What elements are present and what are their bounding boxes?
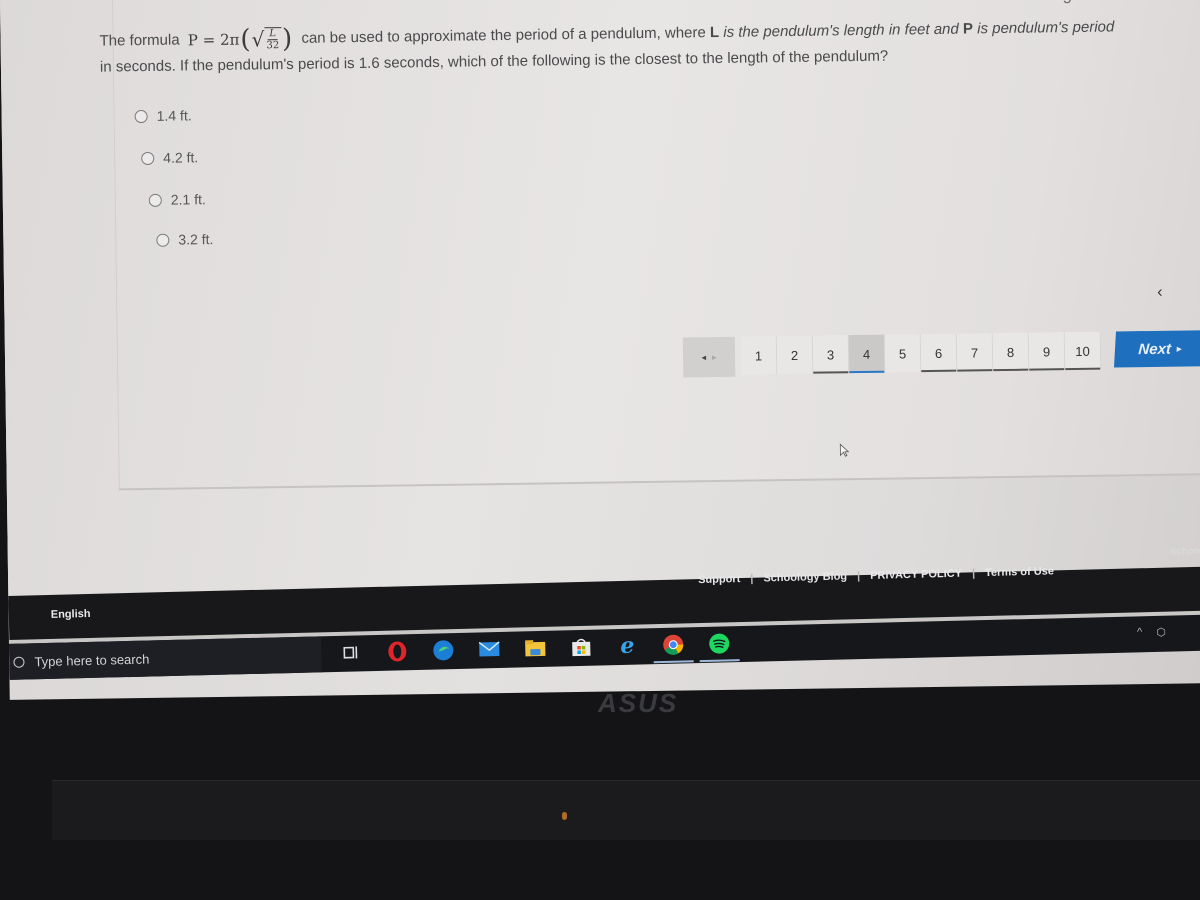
flag-icon: ▸	[711, 351, 717, 362]
right-paren: )	[281, 23, 293, 55]
answer-option[interactable]: 4.2 ft.	[141, 149, 198, 166]
file-explorer-icon[interactable]	[521, 634, 550, 663]
possible-points: POSSIBLE POINTS: 5	[1063, 0, 1200, 7]
variable-P: P	[962, 20, 974, 38]
previous-arrow-icon: ◂	[701, 351, 707, 362]
page-number: 3	[826, 346, 835, 362]
laptop-keyboard-edge	[52, 780, 1200, 840]
page-number: 4	[862, 346, 871, 362]
monitor-screen: POSSIBLE POINTS: 5 The formula P = 2π ( …	[0, 0, 1200, 700]
formula-lhs: P	[187, 30, 199, 49]
page-button-9[interactable]: 9	[1028, 332, 1066, 371]
page-button-1[interactable]: 1	[740, 336, 778, 375]
answer-option[interactable]: 3.2 ft.	[156, 231, 214, 248]
answer-option[interactable]: 2.1 ft.	[148, 191, 206, 208]
page-number: 6	[934, 345, 943, 361]
chrome-icon[interactable]	[659, 630, 688, 659]
taskbar-apps: e	[337, 629, 734, 667]
page-button-2[interactable]: 2	[776, 335, 814, 375]
mail-icon[interactable]	[475, 635, 504, 664]
footer-link-terms[interactable]: Terms of Use	[985, 565, 1054, 579]
previous-button[interactable]: ◂ ▸	[682, 336, 736, 378]
internet-explorer-icon[interactable]: e	[613, 631, 642, 660]
fraction-numerator: L	[267, 28, 279, 41]
radical-sign-icon: √	[251, 26, 265, 52]
question-intro: The formula	[99, 31, 180, 50]
next-button[interactable]: Next ▸	[1113, 330, 1200, 368]
question-text-part2: is the pendulum's length in feet and	[723, 20, 959, 41]
page-button-8[interactable]: 8	[992, 332, 1030, 372]
page-button-7[interactable]: 7	[956, 333, 994, 372]
system-tray: ^ ⬡	[1137, 626, 1166, 640]
variable-L: L	[709, 23, 720, 42]
tray-chevron-icon[interactable]: ^	[1137, 626, 1142, 639]
task-view-icon[interactable]	[337, 638, 366, 667]
square-root: √ L 32	[251, 26, 282, 52]
next-label: Next	[1137, 340, 1172, 358]
page-button-10[interactable]: 10	[1064, 331, 1102, 371]
taskbar-search[interactable]: Type here to search	[9, 636, 322, 680]
page-button-3[interactable]: 3	[812, 335, 850, 374]
spotify-icon[interactable]	[705, 629, 734, 658]
footer-link-blog[interactable]: Schoology Blog	[763, 570, 847, 584]
footer-link-privacy[interactable]: PRIVACY POLICY	[870, 568, 962, 582]
page-number: 2	[790, 347, 799, 363]
option-label: 2.1 ft.	[170, 191, 206, 208]
separator: |	[971, 567, 976, 580]
separator: |	[856, 570, 861, 583]
page-button-5[interactable]: 5	[884, 334, 922, 373]
question-text: The formula P = 2π ( √ L 32 ) can be use…	[99, 14, 1160, 79]
radio-button[interactable]	[134, 109, 148, 123]
search-placeholder: Type here to search	[34, 651, 150, 669]
power-led	[562, 812, 567, 820]
left-paren: (	[240, 24, 251, 55]
laptop-brand-logo: ASUS	[598, 688, 679, 718]
option-label: 4.2 ft.	[163, 149, 199, 166]
page-number: 5	[898, 345, 907, 361]
radio-button[interactable]	[156, 233, 170, 247]
option-label: 1.4 ft.	[156, 107, 192, 124]
fraction: L 32	[264, 27, 282, 52]
next-arrow-icon: ▸	[1176, 343, 1182, 354]
page-number: 9	[1042, 343, 1051, 359]
radio-button[interactable]	[148, 193, 162, 207]
collapse-chevron-icon[interactable]: ‹	[1157, 284, 1163, 302]
microsoft-store-icon[interactable]	[567, 633, 596, 662]
question-pagination: ◂ ▸ 1 2 3 4 5 6 7 8 9 10 Next ▸	[682, 330, 1200, 378]
fraction-denominator: 32	[266, 40, 280, 52]
separator: |	[750, 572, 754, 585]
page-number: 10	[1075, 343, 1090, 359]
edge-icon[interactable]	[429, 636, 458, 665]
radio-button[interactable]	[141, 151, 155, 165]
option-label: 3.2 ft.	[178, 231, 214, 248]
search-icon	[13, 656, 25, 668]
page-button-6[interactable]: 6	[920, 333, 958, 373]
opera-icon[interactable]	[383, 637, 412, 666]
page-number: 7	[970, 344, 979, 360]
footer-link-support[interactable]: Support	[698, 573, 740, 586]
formula-coefficient: 2π	[219, 30, 240, 49]
page-button-4[interactable]: 4	[848, 334, 886, 374]
formula: P = 2π ( √ L 32 )	[187, 23, 294, 55]
page-number: 8	[1006, 344, 1015, 360]
question-card: POSSIBLE POINTS: 5 The formula P = 2π ( …	[99, 0, 1200, 491]
footer-brand: School	[1169, 545, 1200, 558]
tray-app-icon[interactable]: ⬡	[1156, 626, 1166, 639]
question-text-part1: can be used to approximate the period of…	[301, 24, 706, 47]
language-selector[interactable]: English	[51, 608, 91, 621]
page-number: 1	[754, 347, 763, 363]
formula-equals: =	[202, 30, 216, 49]
mouse-cursor-icon	[839, 443, 850, 457]
question-text-part3: is pendulum's period	[977, 18, 1115, 38]
answer-option[interactable]: 1.4 ft.	[134, 107, 192, 124]
